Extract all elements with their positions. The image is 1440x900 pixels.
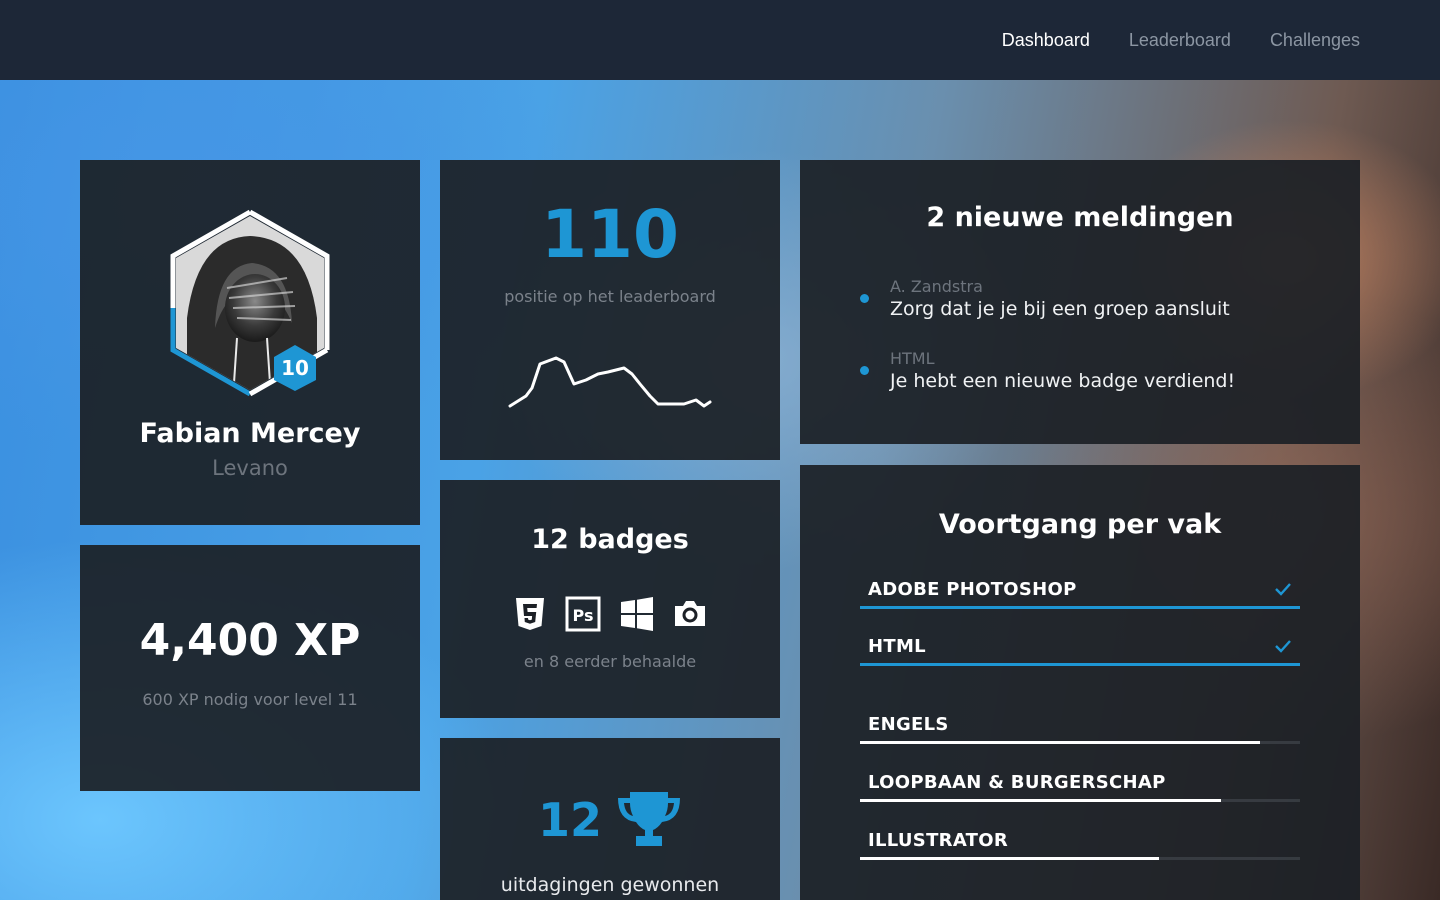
profile-card: 10 Fabian Mercey Levano	[80, 160, 420, 525]
progress-track	[860, 663, 1300, 666]
notification-message: Zorg dat je je bij een groep aansluit	[890, 298, 1230, 320]
subject-progress-row[interactable]: ENGELS	[860, 714, 1300, 744]
nav-item-challenges[interactable]: Challenges	[1270, 30, 1360, 51]
checkmark-icon	[1274, 638, 1292, 654]
progress-per-subject-card: Voortgang per vak ADOBE PHOTOSHOP HTML E…	[800, 465, 1360, 900]
progress-track	[860, 741, 1300, 744]
progress-fill	[860, 606, 1300, 609]
unread-dot-icon	[860, 294, 869, 303]
progress-fill	[860, 663, 1300, 666]
level-number: 10	[281, 356, 309, 380]
subject-label: HTML	[868, 636, 926, 657]
checkmark-icon	[1274, 581, 1292, 597]
profile-name: Fabian Mercey	[139, 418, 361, 449]
svg-text:Ps: Ps	[573, 606, 594, 625]
challenges-card[interactable]: 12 uitdagingen gewonnen	[440, 738, 780, 900]
notification-item[interactable]: HTML Je hebt een nieuwe badge verdiend!	[860, 349, 1320, 399]
badge-icons-row: Ps	[512, 596, 708, 632]
main-nav: Dashboard Leaderboard Challenges	[1002, 0, 1360, 80]
leaderboard-position-label: positie op het leaderboard	[504, 287, 716, 306]
subject-progress-row[interactable]: ILLUSTRATOR	[860, 830, 1300, 860]
xp-value: 4,400 XP	[139, 615, 361, 666]
windows-icon[interactable]	[619, 596, 655, 632]
badges-earlier-note: en 8 eerder behaalde	[523, 652, 697, 671]
progress-fill	[860, 857, 1160, 860]
notification-message: Je hebt een nieuwe badge verdiend!	[890, 370, 1236, 392]
challenges-label: uitdagingen gewonnen	[500, 874, 720, 896]
leaderboard-position-value: 110	[541, 196, 679, 273]
challenges-count: 12	[537, 793, 602, 847]
subject-progress-row[interactable]: ADOBE PHOTOSHOP	[860, 579, 1300, 609]
progress-track	[860, 606, 1300, 609]
avatar[interactable]: 10	[167, 208, 333, 398]
challenges-count-row: 12	[440, 788, 780, 852]
profile-school: Levano	[212, 456, 288, 480]
progress-fill	[860, 799, 1221, 802]
subject-label: ADOBE PHOTOSHOP	[868, 579, 1077, 600]
xp-next-level-note: 600 XP nodig voor level 11	[142, 690, 358, 709]
html5-icon[interactable]	[512, 596, 548, 632]
nav-item-leaderboard[interactable]: Leaderboard	[1129, 30, 1231, 51]
badges-card[interactable]: 12 badges Ps en 8 eerder behaalde	[440, 480, 780, 718]
subject-label: ENGELS	[868, 714, 949, 735]
xp-card: 4,400 XP 600 XP nodig voor level 11	[80, 545, 420, 791]
notification-sender: A. Zandstra	[890, 277, 983, 296]
progress-track	[860, 799, 1300, 802]
sparkline-chart-icon	[508, 356, 712, 408]
progress-track	[860, 857, 1300, 860]
subject-progress-row[interactable]: LOOPBAAN & BURGERSCHAP	[860, 772, 1300, 802]
notifications-title: 2 nieuwe meldingen	[926, 202, 1234, 233]
notification-sender: HTML	[890, 349, 935, 368]
unread-dot-icon	[860, 366, 869, 375]
top-navigation-bar: Dashboard Leaderboard Challenges	[0, 0, 1440, 80]
level-badge: 10	[271, 344, 319, 392]
photoshop-icon[interactable]: Ps	[565, 596, 601, 632]
subject-label: ILLUSTRATOR	[868, 830, 1008, 851]
badges-title: 12 badges	[531, 524, 689, 555]
leaderboard-position-card[interactable]: 110 positie op het leaderboard	[440, 160, 780, 460]
subject-progress-row[interactable]: HTML	[860, 636, 1300, 666]
subject-label: LOOPBAAN & BURGERSCHAP	[868, 772, 1166, 793]
notifications-card: 2 nieuwe meldingen A. Zandstra Zorg dat …	[800, 160, 1360, 444]
progress-fill	[860, 741, 1261, 744]
notification-item[interactable]: A. Zandstra Zorg dat je je bij een groep…	[860, 277, 1320, 327]
progress-title: Voortgang per vak	[938, 509, 1222, 540]
nav-item-dashboard[interactable]: Dashboard	[1002, 30, 1090, 51]
camera-icon[interactable]	[672, 596, 708, 632]
trophy-icon	[616, 788, 682, 852]
